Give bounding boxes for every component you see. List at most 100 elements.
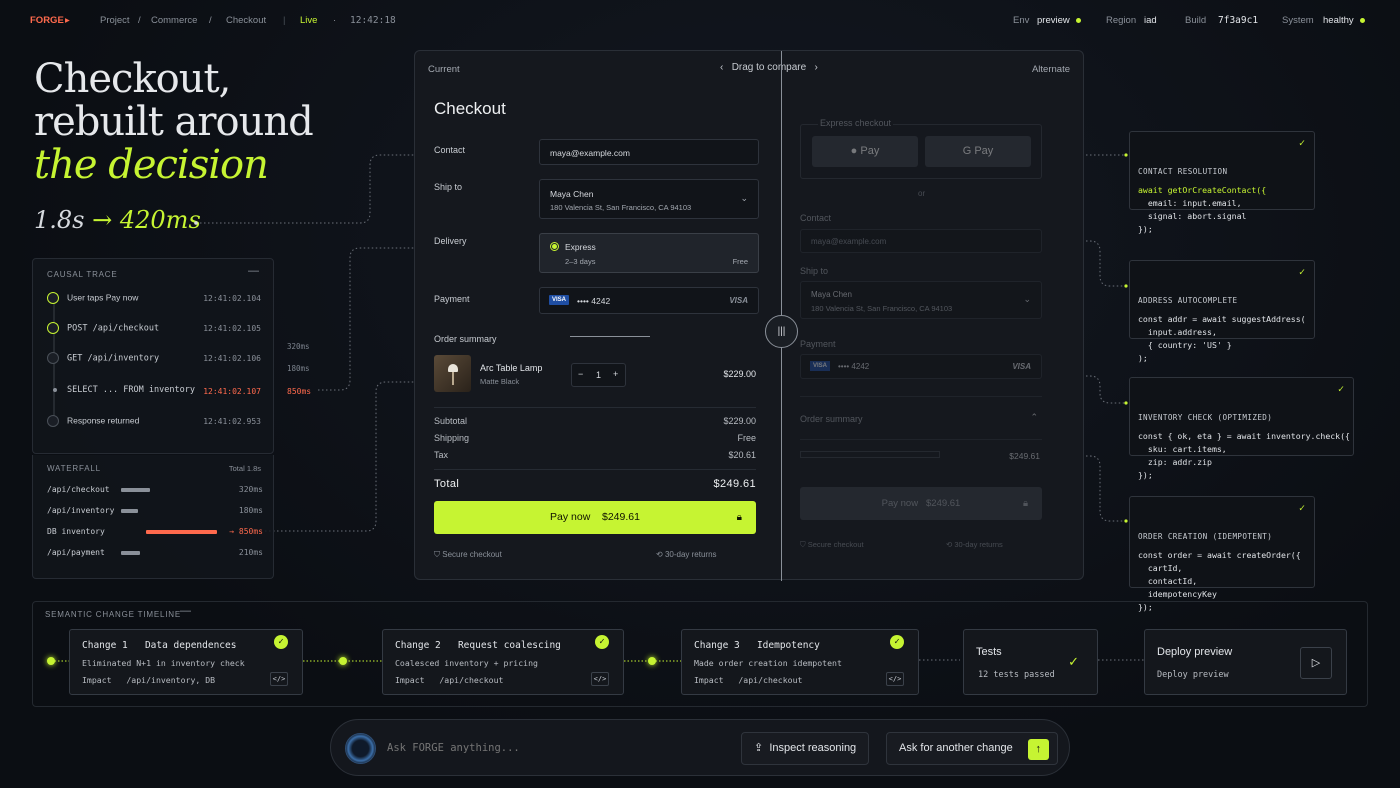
alt-pay-now-button[interactable]: Pay now $249.61 🔒︎ (800, 487, 1042, 520)
trace-timestamp: 12:41:02.953 (203, 417, 261, 426)
shield-icon: ⛉ (800, 540, 806, 549)
code-card-address-autocomplete[interactable]: ADDRESS AUTOCOMPLETE ✓ const addr = await … (1129, 260, 1315, 363)
card-title: ORDER CREATION (IDEMPOTENT) (1138, 531, 1273, 541)
alt-card-number: •••• 4242 (838, 362, 870, 371)
trace-row[interactable]: SELECT ... FROM inventory (53, 385, 195, 395)
trace-label: GET /api/inventory (67, 353, 160, 364)
waterfall-label: /api/inventory (47, 506, 115, 515)
card-title: ADDRESS AUTOCOMPLETE (1138, 295, 1238, 305)
delivery-option-express[interactable]: Express 2–3 days Free (539, 233, 759, 273)
tests-title: Tests (976, 646, 1002, 658)
express-label: Express checkout (818, 118, 894, 128)
app-root: FORGE ▸ Project / Commerce / Checkout | … (0, 0, 1400, 788)
waterfall-row[interactable]: DB inventory → 850ms (47, 527, 263, 536)
email-field[interactable]: maya@example.com (539, 139, 759, 165)
summary-arrow-line (570, 336, 650, 337)
decrement-button[interactable]: − (578, 369, 583, 379)
trace-label: SELECT ... FROM inventory (67, 385, 195, 395)
trace-row[interactable]: User taps Pay now (47, 292, 138, 304)
trace-row[interactable]: Response returned (47, 415, 139, 427)
trace-node-icon (53, 387, 57, 392)
waterfall-label: DB inventory (47, 527, 105, 536)
item-price: $229.00 (723, 369, 756, 379)
product-image-lamp (434, 355, 471, 392)
alt-order-summary[interactable]: Order summary ⌃ (800, 396, 1042, 440)
total-row: Total $249.61 (434, 478, 756, 490)
change-card-2[interactable]: Change 2 Request coalescing ✓ Coalesced … (382, 629, 624, 695)
pay-amount: $249.61 (601, 511, 640, 523)
deploy-status: Deploy preview (1157, 670, 1229, 680)
inspect-reasoning-button[interactable]: ⇪ Inspect reasoning (741, 732, 870, 765)
deploy-preview-card[interactable]: Deploy preview Deploy preview ▷ (1144, 629, 1347, 695)
waterfall-panel: WATERFALL Total 1.8s /api/checkout 320ms /… (32, 455, 274, 579)
waterfall-row[interactable]: /api/inventory 180ms (47, 506, 263, 515)
tests-status: 12 tests passed (978, 670, 1055, 680)
forge-orb-icon[interactable] (345, 733, 376, 764)
address-select[interactable]: Maya Chen 180 Valencia St, San Francisco… (539, 179, 759, 219)
arrow-up-icon[interactable]: ↑ (1027, 739, 1049, 760)
quantity-stepper[interactable]: − 1 + (571, 363, 626, 387)
checkout-compare: Current ‹ Drag to compare › Alternate ||… (414, 50, 1085, 581)
trace-node-icon (47, 415, 59, 427)
trace-duration-label: 180ms (287, 364, 310, 373)
waterfall-bar (121, 509, 138, 513)
alt-email-field[interactable]: maya@example.com (800, 229, 1042, 253)
lock-icon: 🔒︎ (736, 512, 742, 523)
timeline-node[interactable] (648, 657, 656, 665)
change-card-3[interactable]: Change 3 Idempotency ✓ Made order creati… (681, 629, 919, 695)
payment-label: Payment (434, 294, 470, 304)
timeline-node[interactable] (339, 657, 347, 665)
subtotal-row: Subtotal $229.00 (434, 416, 756, 426)
play-button[interactable]: ▷ (1300, 647, 1332, 679)
change-impact: Impact /api/checkout (694, 675, 803, 685)
ship-address: 180 Valencia St, San Francisco, CA 94103 (550, 203, 692, 212)
change-description: Coalesced inventory + pricing (395, 658, 538, 668)
change-impact: Impact /api/checkout (395, 675, 504, 685)
waterfall-row[interactable]: /api/checkout 320ms (47, 485, 263, 494)
tests-card[interactable]: Tests 12 tests passed ✓ (963, 629, 1098, 695)
waterfall-title: WATERFALL (47, 464, 101, 473)
delivery-price: Free (732, 257, 748, 266)
code-card-inventory-check[interactable]: INVENTORY CHECK (OPTIMIZED) ✓ const { ok, … (1129, 377, 1354, 480)
alt-secure-checkout: ⛉ Secure checkout (800, 540, 864, 549)
order-summary-label[interactable]: Order summary (434, 334, 497, 344)
change-card-1[interactable]: Change 1 Data dependences ✓ Eliminated N… (69, 629, 303, 695)
card-brand: VISA (729, 296, 748, 305)
waterfall-row[interactable]: /api/payment 210ms (47, 548, 263, 557)
code-icon[interactable]: </> (886, 672, 904, 686)
shield-icon: ⛉ (434, 550, 440, 559)
verified-check-icon: ✓ (274, 635, 288, 649)
alt-payment-field[interactable]: VISA •••• 4242 VISA (800, 354, 1042, 379)
alt-payment-label: Payment (800, 339, 836, 349)
check-icon: ✓ (1298, 503, 1305, 514)
code-card-order-creation[interactable]: ORDER CREATION (IDEMPOTENT) ✓ const order … (1129, 496, 1315, 612)
card-title: CONTACT RESOLUTION (1138, 166, 1228, 176)
shipping-row: Shipping Free (434, 433, 756, 443)
item-name: Arc Table Lamp (480, 363, 543, 373)
trace-node-icon (47, 352, 59, 364)
waterfall-value: 320ms (238, 485, 263, 494)
google-pay-button[interactable]: G Pay (925, 136, 1031, 167)
code-icon[interactable]: </> (591, 672, 609, 686)
pay-now-button[interactable]: Pay now $249.61 🔒︎ (434, 501, 756, 534)
check-icon: ✓ (1298, 138, 1305, 149)
ask-another-change-button[interactable]: Ask for another change ↑ (886, 732, 1058, 765)
increment-button[interactable]: + (613, 369, 618, 379)
trace-row[interactable]: GET /api/inventory (47, 352, 159, 364)
semantic-change-timeline: SEMANTIC CHANGE TIMELINE — Change 1 Data… (32, 601, 1368, 707)
payment-card-field[interactable]: VISA •••• 4242 VISA (539, 287, 759, 314)
alt-ship-address: 180 Valencia St, San Francisco, CA 94103 (811, 304, 953, 313)
trace-row[interactable]: POST /api/checkout (47, 322, 159, 334)
code-card-contact-resolution[interactable]: CONTACT RESOLUTION ✓ await getOrCreateCont… (1129, 131, 1315, 234)
chevron-up-icon: ⌃ (1030, 412, 1038, 422)
checkout-alternate: Express checkout ● Pay G Pay or Contact … (782, 51, 1085, 581)
code-icon[interactable]: </> (270, 672, 288, 686)
ask-input[interactable] (387, 738, 727, 758)
alt-address-select[interactable]: Maya Chen 180 Valencia St, San Francisco… (800, 281, 1042, 319)
trace-timestamp: 12:41:02.106 (203, 354, 261, 363)
apple-pay-button[interactable]: ● Pay (812, 136, 918, 167)
timeline-node[interactable] (47, 657, 55, 665)
or-divider: or (918, 189, 926, 198)
collapse-icon[interactable]: — (248, 265, 259, 277)
radio-selected-icon[interactable] (550, 242, 559, 251)
